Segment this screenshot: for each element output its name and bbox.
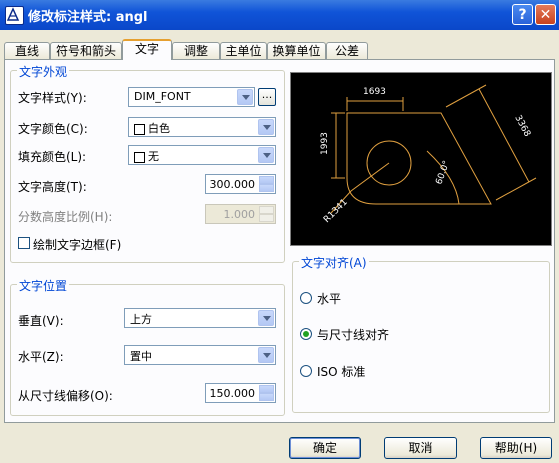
chevron-down-icon[interactable] [258,310,274,326]
autocad-app-icon [5,6,24,25]
preview-dim-radius-text: R1341 [322,197,350,225]
tab-tolerances[interactable]: 公差 [326,42,368,59]
offset-spinner[interactable]: 150.000 [205,383,276,403]
help-button[interactable]: ? [512,4,533,25]
fill-color-label: 填充颜色(L): [18,150,87,164]
fraction-scale-value: 1.000 [223,208,256,221]
color-swatch-icon [134,123,145,135]
help-dialog-button[interactable]: 帮助(H) [480,437,552,459]
text-placement-title: 文字位置 [17,277,70,294]
align-with-dimline-radio[interactable] [300,328,312,340]
tab-primary-units[interactable]: 主单位 [220,42,267,59]
draw-frame-label: 绘制文字边框(F) [33,238,122,252]
preview-dim-right [445,84,537,201]
spin-down-icon[interactable] [259,393,274,401]
offset-label: 从尺寸线偏移(O): [18,389,113,403]
tab-alternate-units[interactable]: 换算单位 [267,42,326,59]
fill-color-select[interactable]: 无 [128,145,276,165]
cancel-button[interactable]: 取消 [384,437,457,459]
align-with-dimline-label: 与尺寸线对齐 [317,328,390,342]
vertical-value: 上方 [130,313,152,326]
text-color-select[interactable]: 白色 [128,117,276,137]
text-height-spinner[interactable]: 300.000 [205,174,276,194]
fill-color-value: 无 [148,150,159,163]
chevron-down-icon[interactable] [258,347,274,363]
title-bar: 修改标注样式: angl ? ✕ [0,0,559,30]
text-appearance-title: 文字外观 [17,63,70,80]
tab-fit[interactable]: 调整 [172,42,220,59]
window-title: 修改标注样式: angl [28,10,148,25]
offset-value: 150.000 [209,387,256,400]
tab-symbols-arrows[interactable]: 符号和箭头 [50,42,122,59]
preview-dim-angle-text: 60.0° [434,160,452,186]
dimension-preview: 1693 1993 3368 60.0° R1341 [290,72,552,246]
chevron-down-icon[interactable] [258,147,274,163]
align-horizontal-label: 水平 [317,292,342,306]
horizontal-label: 水平(Z): [18,350,64,364]
fraction-scale-label: 分数高度比例(H): [18,210,113,224]
align-iso-label: ISO 标准 [317,365,366,379]
preview-dim-top-text: 1693 [363,87,386,97]
preview-outline [346,112,492,205]
spin-down-icon[interactable] [259,184,274,192]
text-height-label: 文字高度(T): [18,180,87,194]
preview-dim-left-text: 1993 [320,132,330,155]
spin-up-icon[interactable] [259,176,274,184]
text-color-value: 白色 [148,122,170,135]
text-color-label: 文字颜色(C): [18,122,88,136]
preview-dim-right-text: 3368 [512,114,532,139]
vertical-label: 垂直(V): [18,314,64,328]
color-swatch-icon [134,151,145,163]
text-height-value: 300.000 [209,178,256,191]
align-horizontal-radio[interactable] [300,292,312,304]
preview-dim-top [346,97,404,111]
tab-lines[interactable]: 直线 [4,42,50,59]
tab-text[interactable]: 文字 [122,39,172,60]
fraction-scale-spinner: 1.000 [205,204,276,224]
text-style-value: DIM_FONT [134,90,191,103]
close-button[interactable]: ✕ [535,4,556,25]
text-alignment-title: 文字对齐(A) [299,254,369,271]
draw-frame-checkbox[interactable] [18,237,30,249]
preview-dim-left [331,112,345,179]
spin-up-icon [259,206,274,214]
chevron-down-icon[interactable] [258,119,274,135]
text-style-label: 文字样式(Y): [18,91,87,105]
text-style-browse-button[interactable]: ... [258,88,276,106]
spin-down-icon [259,214,274,222]
spin-up-icon[interactable] [259,385,274,393]
chevron-down-icon[interactable] [237,89,253,105]
vertical-select[interactable]: 上方 [124,308,276,328]
align-iso-radio[interactable] [300,365,312,377]
ok-button[interactable]: 确定 [289,437,361,459]
horizontal-select[interactable]: 置中 [124,345,276,365]
horizontal-value: 置中 [130,350,152,363]
text-style-select[interactable]: DIM_FONT [128,87,255,107]
